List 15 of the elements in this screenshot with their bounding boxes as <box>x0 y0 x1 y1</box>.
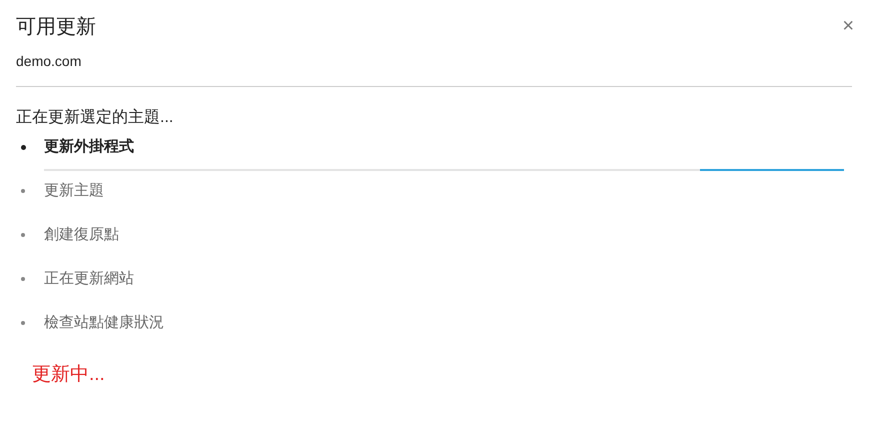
dialog-title: 可用更新 <box>16 15 96 40</box>
site-name: demo.com <box>16 52 82 70</box>
status-text: 更新中... <box>32 363 106 387</box>
step-label: 檢查站點健康狀況 <box>44 312 164 333</box>
step-label: 更新主題 <box>44 180 104 201</box>
progress-heading: 正在更新選定的主題... <box>16 108 174 128</box>
bullet-icon <box>21 144 26 150</box>
bullet-icon <box>21 321 25 325</box>
bullet-icon <box>21 277 25 281</box>
bullet-icon <box>21 189 25 193</box>
bullet-icon <box>21 233 25 237</box>
step-label: 更新外掛程式 <box>44 136 134 157</box>
step-label: 創建復原點 <box>44 224 119 245</box>
close-button[interactable]: × <box>842 14 854 38</box>
step-label: 正在更新網站 <box>44 268 134 289</box>
